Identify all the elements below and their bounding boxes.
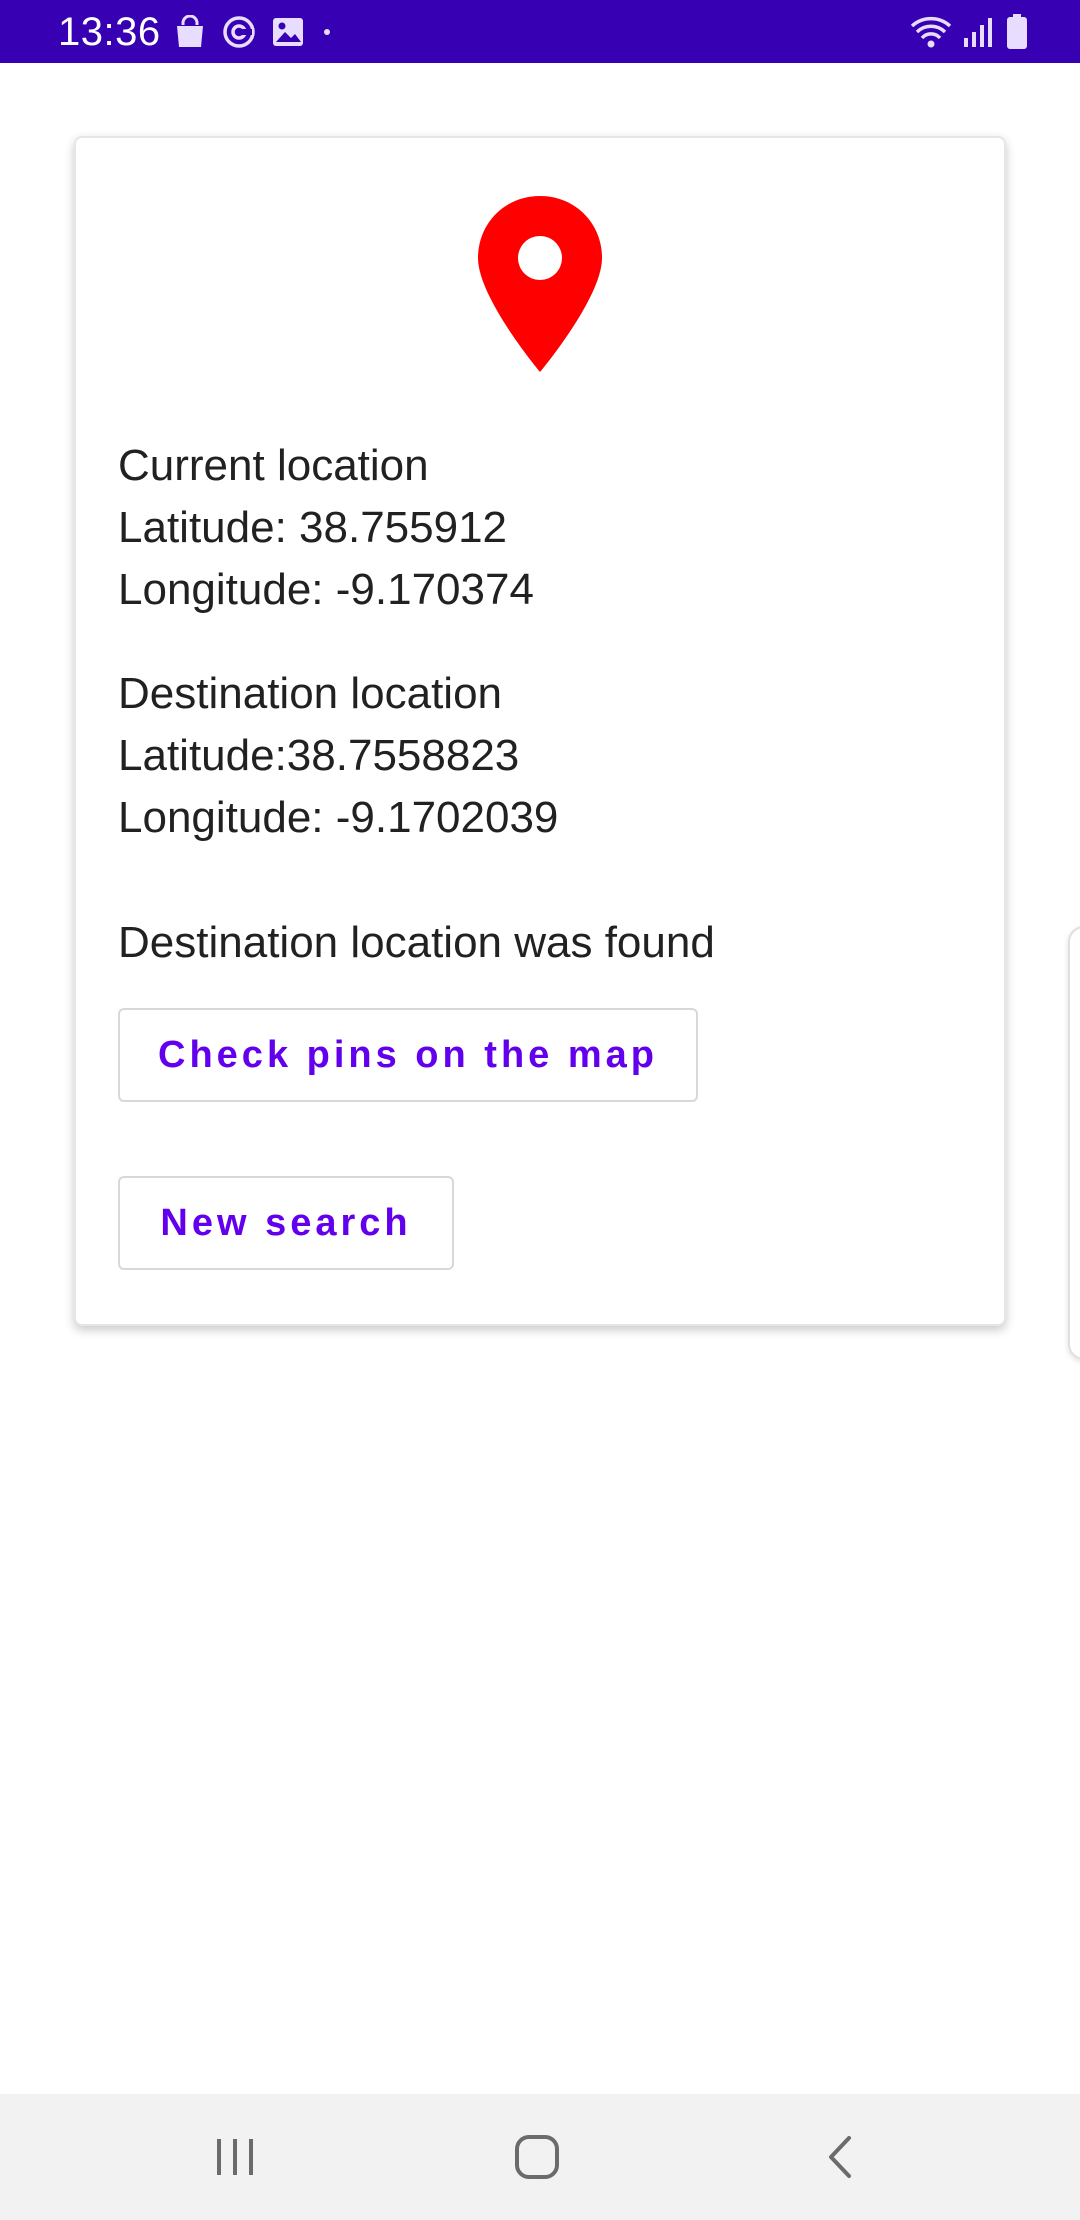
check-pins-button[interactable]: Check pins on the map bbox=[118, 1008, 698, 1102]
battery-icon bbox=[1006, 14, 1028, 50]
back-icon bbox=[829, 2136, 851, 2178]
recent-apps-icon bbox=[217, 2139, 253, 2175]
signal-icon bbox=[962, 16, 996, 48]
new-search-button[interactable]: New search bbox=[118, 1176, 454, 1270]
status-notification-icons bbox=[174, 12, 350, 52]
destination-location-title: Destination location bbox=[118, 669, 503, 718]
gallery-icon bbox=[272, 17, 304, 47]
location-card: Current location Latitude: 38.755912 Lon… bbox=[74, 136, 1006, 1326]
destination-latitude: Latitude:38.7558823 bbox=[118, 731, 520, 780]
status-system-icons bbox=[900, 12, 1028, 52]
current-latitude: Latitude: 38.755912 bbox=[118, 503, 508, 552]
shopping-bag-icon bbox=[174, 15, 206, 49]
current-longitude: Longitude: -9.170374 bbox=[118, 565, 534, 614]
status-message: Destination location was found bbox=[118, 918, 715, 967]
current-location-title: Current location bbox=[118, 441, 429, 490]
status-bar: 13:36 bbox=[0, 0, 1080, 63]
dot-icon bbox=[320, 25, 334, 39]
sync-icon bbox=[222, 15, 256, 49]
home-button[interactable] bbox=[497, 2122, 577, 2192]
status-time: 13:36 bbox=[58, 10, 161, 54]
recent-apps-button[interactable] bbox=[195, 2122, 275, 2192]
home-icon bbox=[515, 2135, 559, 2179]
back-button[interactable] bbox=[800, 2122, 880, 2192]
location-pin-icon bbox=[478, 196, 602, 372]
wifi-icon bbox=[910, 15, 952, 49]
adjacent-card-edge bbox=[1068, 926, 1080, 1360]
navigation-bar bbox=[0, 2094, 1080, 2220]
destination-longitude: Longitude: -9.1702039 bbox=[118, 793, 559, 842]
